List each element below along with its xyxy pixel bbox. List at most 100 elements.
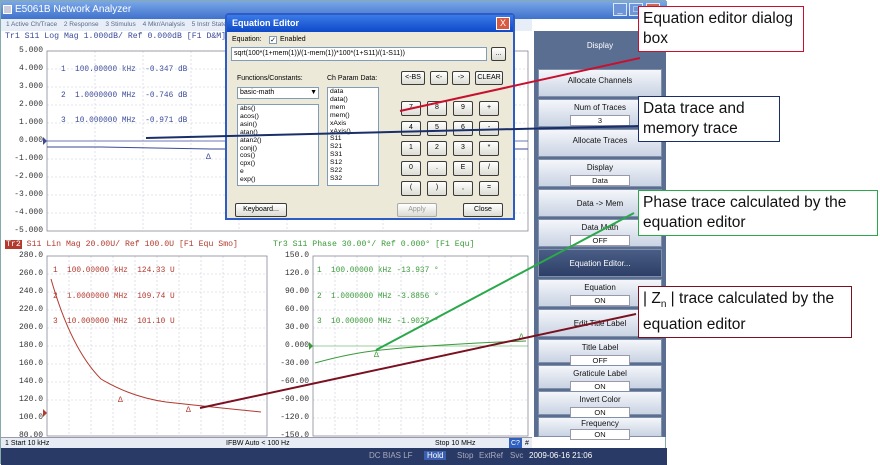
list-item[interactable]: data() — [330, 96, 378, 104]
functions-list[interactable]: abs() acos() asin() atan() atan2() conj(… — [237, 104, 319, 186]
extref-indicator: ExtRef — [479, 451, 504, 460]
keypad-key[interactable]: E — [453, 161, 473, 176]
list-item[interactable]: conj() — [240, 145, 318, 153]
ch-param-label: Ch Param Data: — [327, 75, 378, 82]
backspace-button[interactable]: <-BS — [401, 71, 425, 85]
menu-item-instr-state[interactable]: 5 Instr State — [192, 21, 227, 28]
trace3-plot[interactable]: Tr3 S11 Phase 30.00°/ Ref 0.000° [F1 Equ… — [271, 239, 532, 440]
dialog-close-icon[interactable]: X — [496, 17, 510, 30]
list-item[interactable]: S12 — [330, 159, 378, 167]
list-item[interactable]: S31 — [330, 151, 378, 159]
callout-phase-trace: Phase trace calculated by the equation e… — [638, 190, 878, 236]
list-item[interactable]: atan2() — [240, 137, 318, 145]
data-math-value: OFF — [570, 235, 630, 246]
list-item[interactable]: xAxis — [330, 120, 378, 128]
keypad-key[interactable]: ( — [401, 181, 421, 196]
keypad-key[interactable]: 5 — [427, 121, 447, 136]
enabled-checkbox[interactable]: ✓ — [269, 36, 277, 44]
cursor-left-button[interactable]: <- — [430, 71, 448, 85]
apply-button[interactable]: Apply — [397, 203, 437, 217]
keypad-key[interactable]: + — [479, 101, 499, 116]
menu-item-response[interactable]: 2 Response — [64, 21, 99, 28]
graticule-label-button[interactable]: Graticule Label ON — [538, 365, 662, 392]
list-item[interactable]: S32 — [330, 175, 378, 183]
list-item[interactable]: S22 — [330, 167, 378, 175]
keypad-key[interactable]: 8 — [427, 101, 447, 116]
display-button[interactable]: Display Data — [538, 159, 662, 187]
keypad-key[interactable]: 0 — [401, 161, 421, 176]
minimize-button[interactable]: _ — [613, 3, 627, 16]
list-item[interactable]: cpx() — [240, 160, 318, 168]
list-item[interactable]: xAxis() — [330, 128, 378, 136]
invert-color-label: Invert Color — [579, 395, 621, 404]
keypad-key[interactable]: - — [479, 121, 499, 136]
stop-indicator: Stop — [457, 451, 474, 460]
frequency-button[interactable]: Frequency ON — [538, 417, 662, 440]
keypad-key[interactable]: / — [479, 161, 499, 176]
callout-equation-editor: Equation editor dialog box — [638, 6, 804, 52]
title-label-label: Title Label — [581, 343, 619, 352]
dc-bias-indicator: DC BIAS LF — [369, 451, 413, 460]
functions-select-value: basic-math — [240, 89, 275, 96]
menu-item-active-ch[interactable]: 1 Active Ch/Trace — [6, 21, 57, 28]
cursor-right-button[interactable]: -> — [452, 71, 470, 85]
trace2-graph: ∆ ∆ — [43, 255, 268, 437]
keypad-key[interactable]: 2 — [427, 141, 447, 156]
list-item[interactable]: acos() — [240, 113, 318, 121]
list-item[interactable]: asin() — [240, 121, 318, 129]
dialog-title: Equation Editor — [227, 15, 513, 32]
data-math-label: Data Math — [581, 223, 619, 232]
frequency-value: ON — [570, 429, 630, 440]
list-item[interactable]: cos() — [240, 152, 318, 160]
equation-editor-dialog: Equation Editor X Equation: ✓ Enabled sq… — [225, 13, 515, 220]
display-value: Data — [570, 175, 630, 186]
svg-text:∆: ∆ — [118, 396, 123, 405]
functions-select[interactable]: basic-math ▼ — [237, 87, 319, 99]
list-item[interactable]: abs() — [240, 105, 318, 113]
list-item[interactable]: data — [330, 88, 378, 96]
keypad-key[interactable]: = — [479, 181, 499, 196]
callout-zn-suffix: | trace calculated by the equation edito… — [643, 290, 835, 334]
keypad-key[interactable]: 4 — [401, 121, 421, 136]
keypad-key[interactable]: * — [479, 141, 499, 156]
callout-zn-trace: | Zn | trace calculated by the equation … — [638, 286, 852, 339]
svg-text:∆: ∆ — [374, 351, 379, 360]
menu-item-stimulus[interactable]: 3 Stimulus — [105, 21, 135, 28]
keypad-key[interactable]: ) — [427, 181, 447, 196]
callout-zn-prefix: | Z — [643, 290, 661, 307]
ch-param-list[interactable]: data data() mem mem() xAxis xAxis() S11 … — [327, 87, 379, 186]
keypad-key[interactable]: 9 — [453, 101, 473, 116]
keypad-key[interactable]: . — [427, 161, 447, 176]
keypad-key[interactable]: , — [453, 181, 473, 196]
network-analyzer-window: E5061B Network Analyzer _ □ ✕ 1 Active C… — [0, 0, 667, 465]
list-item[interactable]: S21 — [330, 143, 378, 151]
menu-item-mkr-analysis[interactable]: 4 Mkr/Analysis — [143, 21, 185, 28]
list-item[interactable]: exp() — [240, 176, 318, 184]
keyboard-button[interactable]: Keyboard... — [235, 203, 287, 217]
datetime: 2009-06-16 21:06 — [529, 451, 593, 460]
clear-button[interactable]: CLEAR — [475, 71, 503, 85]
title-label-button[interactable]: Title Label OFF — [538, 339, 662, 366]
svg-text:∆: ∆ — [206, 153, 211, 162]
display-label: Display — [586, 163, 614, 172]
keypad-key[interactable]: 6 — [453, 121, 473, 136]
invert-color-button[interactable]: Invert Color ON — [538, 391, 662, 418]
list-item[interactable]: atan() — [240, 129, 318, 137]
keypad-key[interactable]: 3 — [453, 141, 473, 156]
keypad-key[interactable]: 1 — [401, 141, 421, 156]
list-item[interactable]: e — [240, 168, 318, 176]
trace2-plot[interactable]: Tr2 S11 Lin Mag 20.00U/ Ref 100.0U [F1 E… — [1, 239, 271, 440]
equation-browse-button[interactable]: ... — [491, 47, 506, 61]
equation-input[interactable]: sqrt(100*(1+mem(1))/(1-mem(1))*100*(1+S1… — [231, 47, 487, 61]
equation-label: Equation: — [232, 36, 262, 43]
list-item[interactable]: mem — [330, 104, 378, 112]
equation-editor-button[interactable]: Equation Editor... — [538, 249, 662, 277]
num-traces-value: 3 — [570, 115, 630, 126]
keypad-key[interactable]: 7 — [401, 101, 421, 116]
equation-value: ON — [570, 295, 630, 306]
list-item[interactable]: S11 — [330, 135, 378, 143]
svg-text:∆: ∆ — [186, 406, 191, 415]
list-item[interactable]: mem() — [330, 112, 378, 120]
dialog-close-button[interactable]: Close — [463, 203, 503, 217]
allocate-channels-button[interactable]: Allocate Channels — [538, 69, 662, 97]
